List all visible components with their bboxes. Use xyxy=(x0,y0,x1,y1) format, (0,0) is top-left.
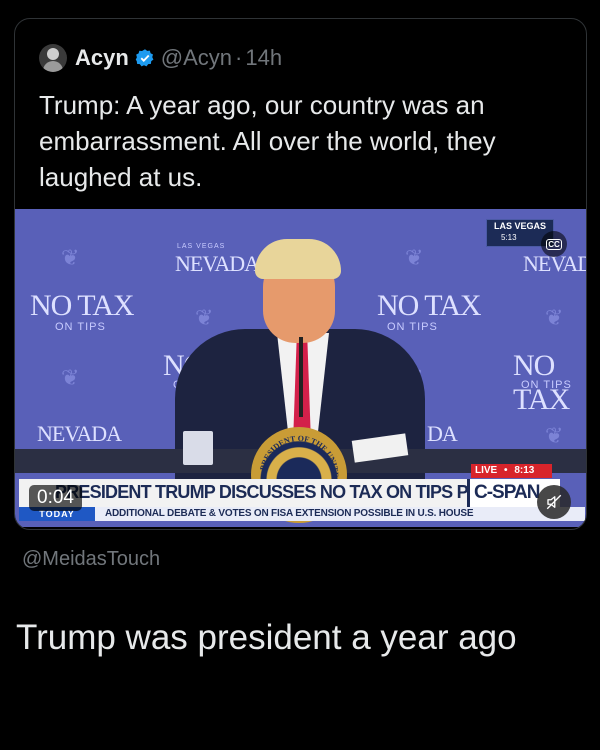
backdrop-no-tax-center: NO TAX xyxy=(377,289,482,322)
chyron: PRESIDENT TRUMP DISCUSSES NO TAX ON TIPS… xyxy=(19,479,539,507)
backdrop-no-tax-left: NO TAX xyxy=(30,289,135,322)
live-time: 8:13 xyxy=(514,465,535,476)
fleur-icon: ❦ xyxy=(195,305,214,330)
video-duration: 0:04 xyxy=(29,485,82,511)
backdrop-on-tips-center: ON TIPS xyxy=(387,321,438,333)
seal-text: PRESIDENT OF THE UNITED xyxy=(251,427,340,477)
speaker-hair xyxy=(255,239,341,279)
author-avatar[interactable] xyxy=(39,44,67,72)
backdrop-da-partial: DA xyxy=(427,421,458,446)
chyron-text: PRESIDENT TRUMP DISCUSSES NO TAX ON TIPS… xyxy=(55,482,520,502)
news-ticker: TODAY ADDITIONAL DEBATE & VOTES ON FISA … xyxy=(19,507,585,521)
fleur-icon: ❦ xyxy=(405,245,424,270)
closed-captions-button[interactable]: CC xyxy=(541,231,567,257)
backdrop-nevada: NEVADA xyxy=(175,251,260,276)
comment-text: Trump was president a year ago xyxy=(16,618,517,657)
video-attribution[interactable]: @MeidasTouch xyxy=(22,548,160,571)
author-name[interactable]: Acyn xyxy=(75,45,129,71)
backdrop-las-vegas: LAS VEGAS xyxy=(177,243,226,250)
verified-badge-icon xyxy=(135,48,155,68)
live-dot: • xyxy=(504,465,508,476)
location-city: LAS VEGAS xyxy=(493,221,546,231)
backdrop-on-tips-left: ON TIPS xyxy=(55,321,106,333)
svg-text:PRESIDENT OF THE UNITED: PRESIDENT OF THE UNITED xyxy=(251,427,340,477)
backdrop-nevada-bottom: NEVADA xyxy=(37,421,122,446)
video-player[interactable]: NEVADA LAS VEGAS NEVADA NO TAX ON TIPS N… xyxy=(15,209,586,527)
speaker-muted-icon xyxy=(546,494,562,510)
tweet-text: Trump: A year ago, our country was an em… xyxy=(39,90,496,192)
backdrop-on-tips-right: ON TIPS xyxy=(521,379,572,391)
cc-icon: CC xyxy=(546,238,562,250)
separator-dot: · xyxy=(235,45,243,70)
fleur-icon: ❦ xyxy=(61,245,80,270)
water-cup xyxy=(183,431,213,465)
ticker-text: ADDITIONAL DEBATE & VOTES ON FISA EXTENS… xyxy=(105,508,474,519)
tweet-header: Acyn @Acyn · 14h xyxy=(39,44,282,72)
fleur-icon: ❦ xyxy=(61,365,80,390)
mute-button[interactable] xyxy=(537,485,571,519)
author-handle[interactable]: @Acyn xyxy=(161,45,232,71)
timestamp[interactable]: 14h xyxy=(245,45,282,71)
location-time: 5:13 xyxy=(501,233,517,242)
quoted-tweet-card[interactable]: Acyn @Acyn · 14h Trump: A year ago, our … xyxy=(14,18,587,530)
fleur-icon: ❦ xyxy=(545,423,564,448)
live-tag: LIVE • 8:13 xyxy=(471,464,552,478)
fleur-icon: ❦ xyxy=(545,305,564,330)
microphone xyxy=(299,337,303,417)
live-label: LIVE xyxy=(475,465,498,476)
